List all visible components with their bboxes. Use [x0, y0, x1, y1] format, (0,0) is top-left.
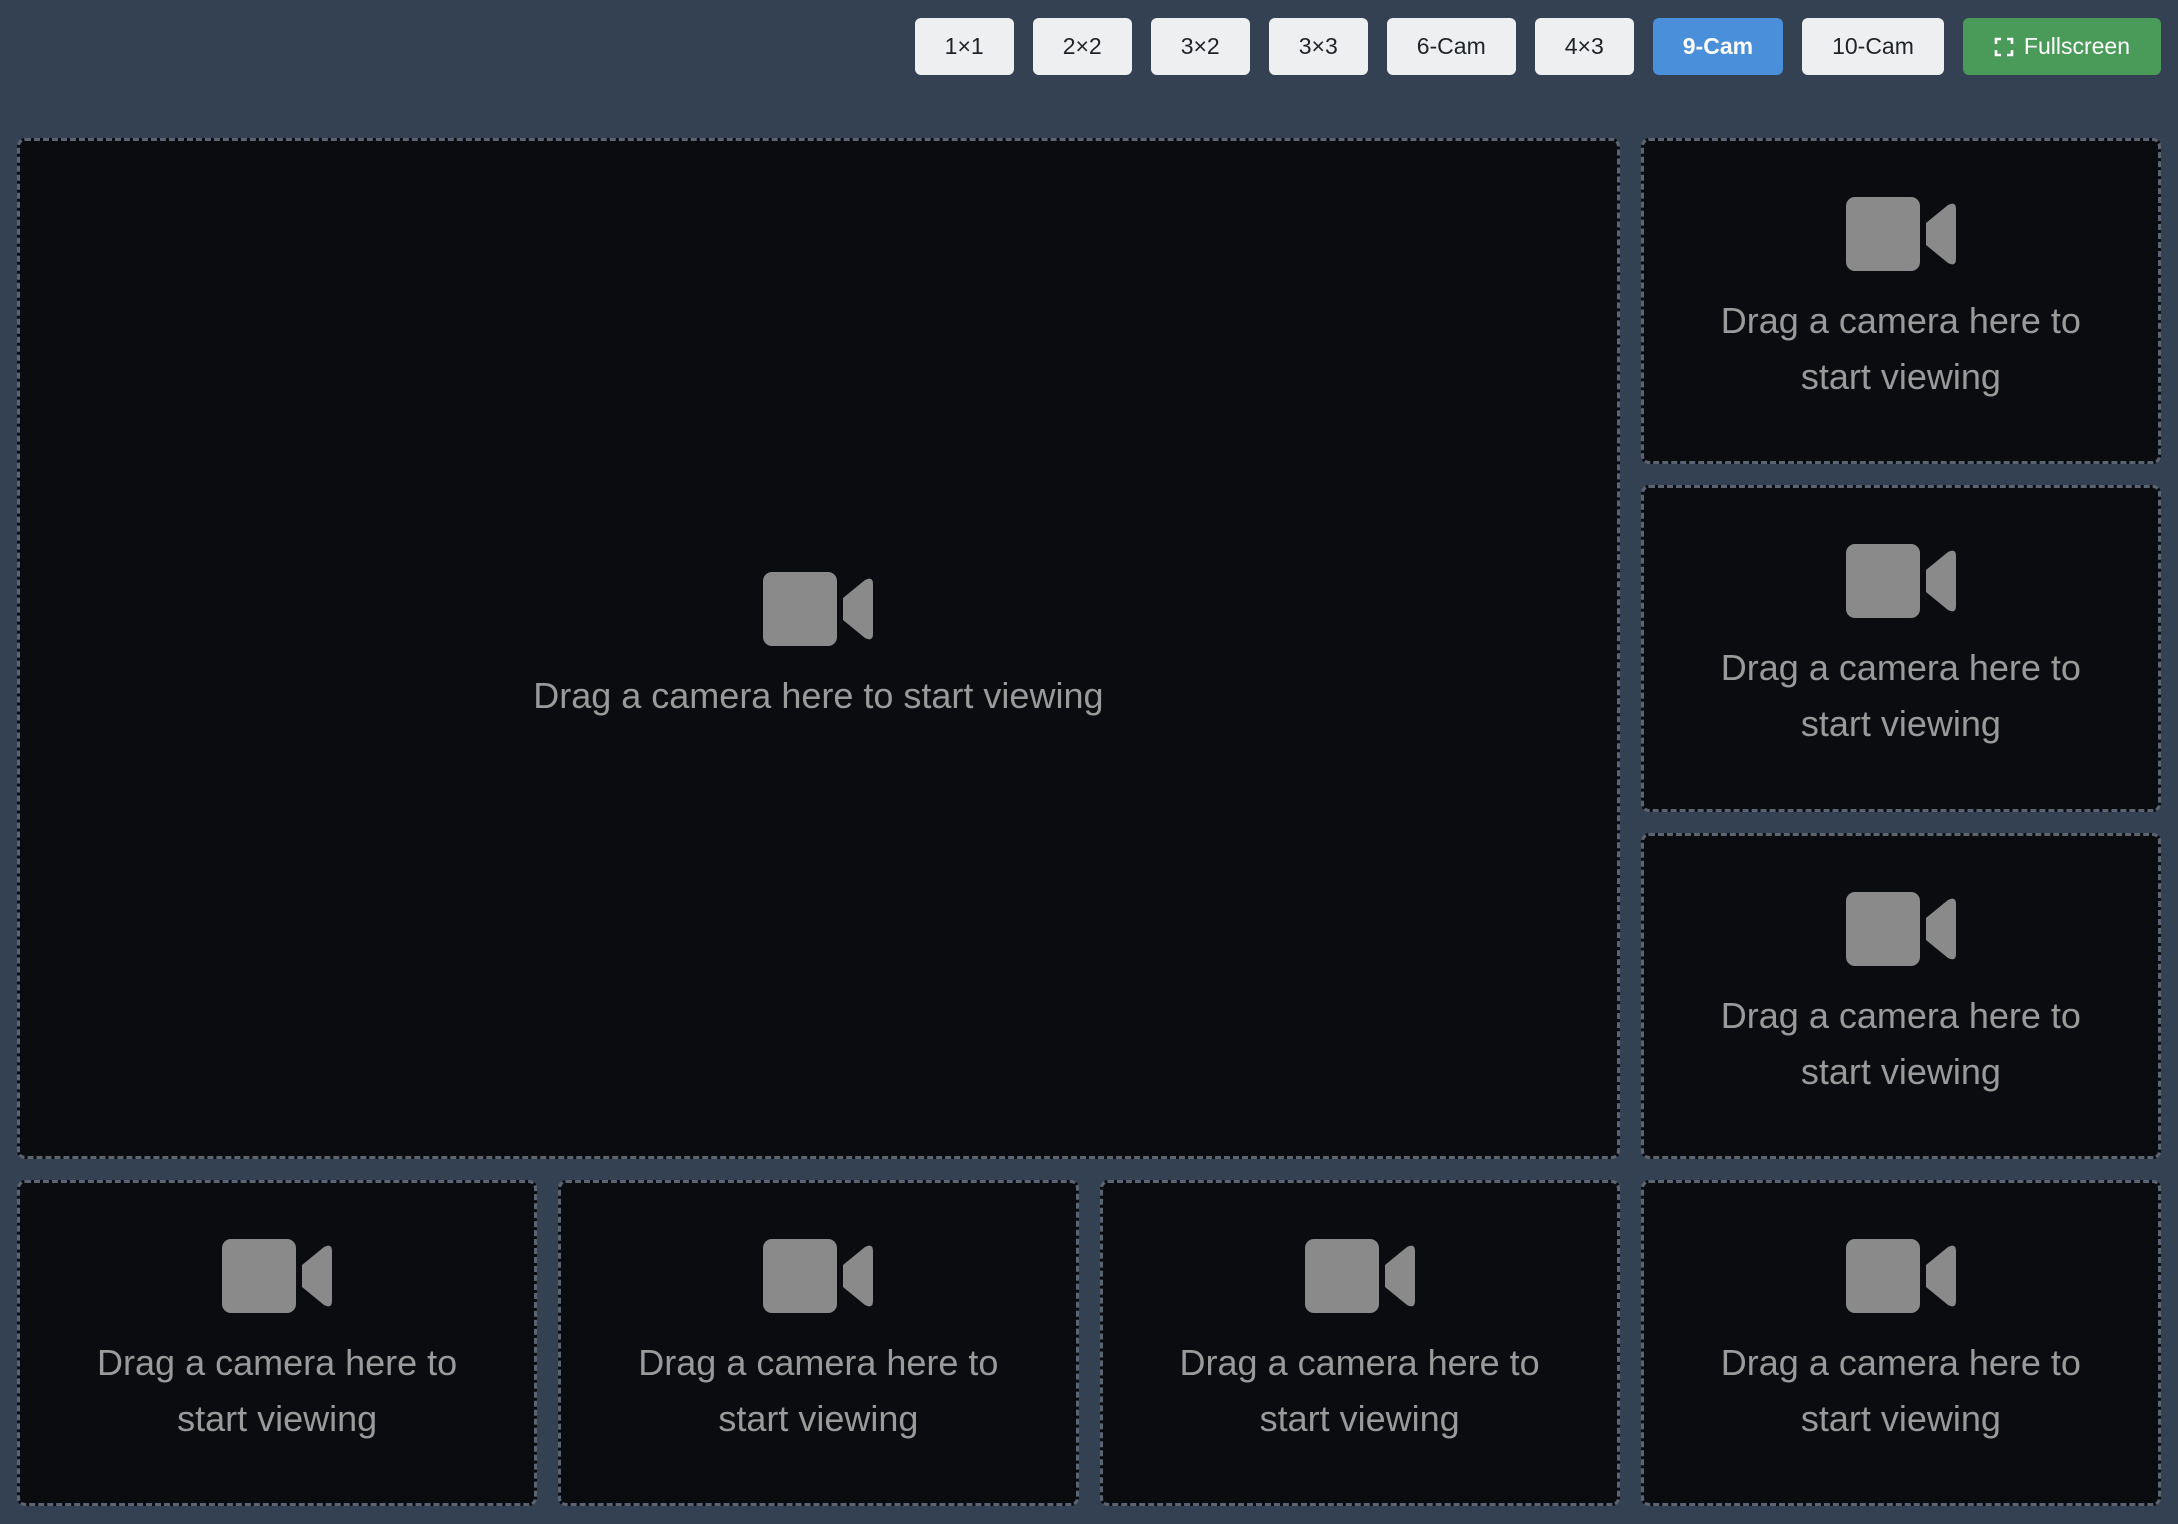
- fullscreen-button[interactable]: Fullscreen: [1962, 18, 2161, 75]
- camera-slot-2[interactable]: Drag a camera here to start viewing: [1640, 138, 2161, 465]
- camera-slot-8[interactable]: Drag a camera here to start viewing: [1640, 1179, 2161, 1506]
- layout-button-1x1[interactable]: 1×1: [914, 18, 1014, 75]
- camera-slot-placeholder: Drag a camera here to start viewing: [638, 1341, 999, 1439]
- camera-slot-placeholder: Drag a camera here to start viewing: [1720, 647, 2081, 745]
- fullscreen-label: Fullscreen: [2023, 33, 2130, 59]
- video-camera-icon: [763, 1238, 874, 1313]
- camera-slot-placeholder: Drag a camera here to start viewing: [1720, 300, 2081, 398]
- camera-slot-3[interactable]: Drag a camera here to start viewing: [1640, 485, 2161, 812]
- camera-slot-placeholder: Drag a camera here to start viewing: [1720, 994, 2081, 1092]
- camera-slot-6[interactable]: Drag a camera here to start viewing: [558, 1179, 1079, 1506]
- layout-button-10-cam[interactable]: 10-Cam: [1802, 18, 1944, 75]
- video-camera-icon: [1845, 1238, 1956, 1313]
- camera-slot-4[interactable]: Drag a camera here to start viewing: [1640, 832, 2161, 1159]
- video-camera-icon: [1845, 544, 1956, 619]
- video-camera-icon: [763, 572, 874, 647]
- layout-button-4x3[interactable]: 4×3: [1534, 18, 1634, 75]
- layout-button-3x3[interactable]: 3×3: [1268, 18, 1368, 75]
- video-camera-icon: [222, 1238, 333, 1313]
- layout-button-2x2[interactable]: 2×2: [1032, 18, 1132, 75]
- layout-toolbar: 1×1 2×2 3×2 3×3 6-Cam 4×3 9-Cam 10-Cam F…: [914, 18, 2161, 75]
- layout-button-3x2[interactable]: 3×2: [1150, 18, 1250, 75]
- camera-slot-placeholder: Drag a camera here to start viewing: [97, 1341, 458, 1439]
- camera-slot-placeholder: Drag a camera here to start viewing: [1720, 1341, 2081, 1439]
- expand-icon: [1994, 37, 2014, 56]
- camera-grid-app: 1×1 2×2 3×2 3×3 6-Cam 4×3 9-Cam 10-Cam F…: [0, 0, 2178, 1524]
- video-camera-icon: [1845, 197, 1956, 272]
- camera-slot-7[interactable]: Drag a camera here to start viewing: [1099, 1179, 1620, 1506]
- layout-button-9-cam[interactable]: 9-Cam: [1652, 18, 1784, 75]
- camera-slot-1[interactable]: Drag a camera here to start viewing: [17, 138, 1620, 1159]
- camera-grid: Drag a camera here to start viewing Drag…: [17, 138, 2161, 1506]
- layout-button-6-cam[interactable]: 6-Cam: [1386, 18, 1516, 75]
- camera-slot-5[interactable]: Drag a camera here to start viewing: [17, 1179, 538, 1506]
- camera-slot-placeholder: Drag a camera here to start viewing: [533, 675, 1104, 717]
- camera-slot-placeholder: Drag a camera here to start viewing: [1179, 1341, 1540, 1439]
- video-camera-icon: [1304, 1238, 1415, 1313]
- video-camera-icon: [1845, 891, 1956, 966]
